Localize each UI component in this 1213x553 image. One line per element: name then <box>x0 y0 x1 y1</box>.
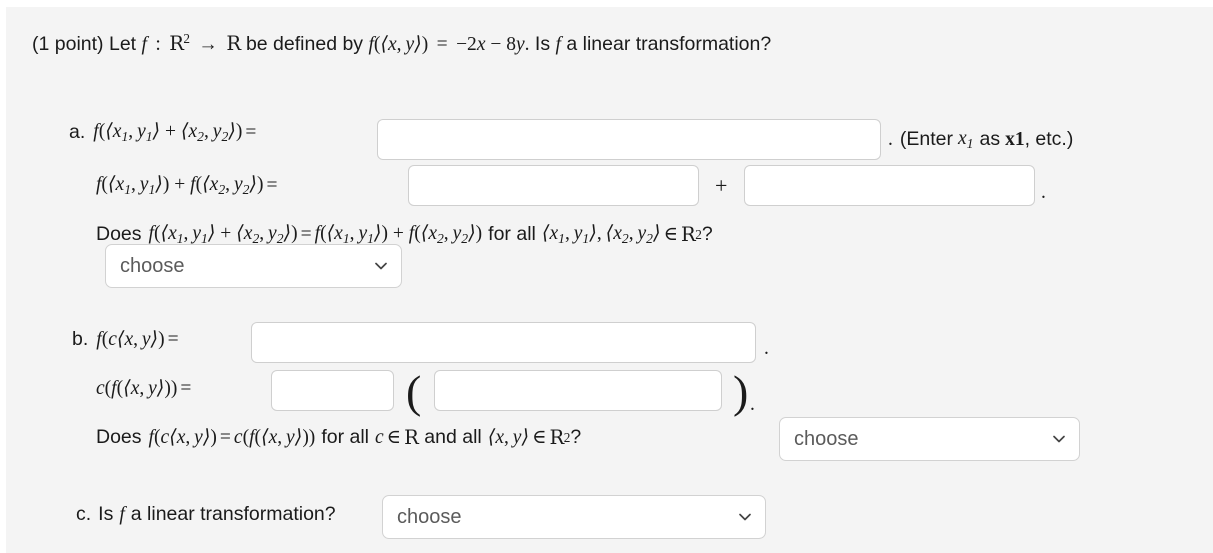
set-r-symbol-b2: R <box>549 426 565 449</box>
part-a-line2: f(⟨x1, y1⟩) + f(⟨x2, y2⟩) = <box>96 174 281 197</box>
part-b-period-2: . <box>750 394 755 415</box>
does-label-b: Does <box>96 426 142 448</box>
question-tail-label: a linear transformation? <box>566 32 772 55</box>
part-b-line3-question: Does f(c⟨x, y⟩) = c(f(⟨x, y⟩)) for all c… <box>96 426 582 449</box>
scalar-c-symbol: c <box>375 427 384 448</box>
part-b-choose-dropdown[interactable]: choose <box>779 417 1080 461</box>
part-a-answer-input-2b[interactable] <box>744 165 1035 206</box>
part-b-answer-input-1[interactable] <box>251 322 756 363</box>
part-a-dropdown-wrap[interactable]: choose <box>105 244 402 288</box>
element-of-symbol-a: ∈ <box>663 223 679 245</box>
f-of-xy-expr: f(⟨x, y⟩) <box>368 33 429 55</box>
part-c-marker: c. <box>76 503 92 525</box>
part-c-f-symbol: f <box>119 504 125 525</box>
part-b-equals-1: = <box>167 329 179 350</box>
hint-mid-label: as <box>979 127 1001 150</box>
part-b-answer-input-2b[interactable] <box>434 370 722 411</box>
part-b-marker: b. <box>72 328 89 350</box>
question-mark-a: ? <box>701 222 713 245</box>
part-b-period-1: . <box>764 338 769 359</box>
and-all-label-b: and all <box>424 426 482 448</box>
part-b-q-tuple: ⟨x, y⟩ <box>487 427 530 448</box>
set-exponent-a: 2 <box>695 227 702 243</box>
part-b-line2: c(f(⟨x, y⟩)) = <box>96 379 194 399</box>
codomain-set-symbol: R <box>226 31 241 55</box>
hint-literal-label: x1 <box>1005 128 1025 150</box>
part-a-equals-1: = <box>245 121 257 143</box>
element-of-symbol-b2: ∈ <box>532 427 547 448</box>
part-b-q-equals: = <box>219 427 231 448</box>
hint-close-label: , etc.) <box>1024 127 1074 150</box>
defined-by-label: be defined by <box>245 32 364 55</box>
question-lead-label: Is <box>534 32 551 55</box>
set-r-symbol-b1: R <box>404 426 419 449</box>
question-prompt: (1 point) Let f : R2 → R be defined by f… <box>32 31 771 56</box>
element-of-symbol-b1: ∈ <box>386 427 402 448</box>
set-r-symbol-a: R <box>681 222 696 246</box>
part-a-line1: a. f(⟨x1, y1⟩ + ⟨x2, y2⟩) = <box>69 120 259 144</box>
part-a-q-equals: = <box>300 223 312 245</box>
part-b-q-lhs: f(c⟨x, y⟩) <box>148 427 217 448</box>
part-a-q-tuples: ⟨x1, y1⟩, ⟨x2, y2⟩ <box>541 223 661 246</box>
points-label: (1 point) <box>32 32 104 55</box>
formula-expression: −2x − 8y. <box>456 33 530 55</box>
part-c-lead-label: Is <box>98 503 114 525</box>
set-exponent-b: 2 <box>563 430 571 446</box>
part-a-lhs-expression: f(⟨x1, y1⟩ + ⟨x2, y2⟩) <box>93 121 243 144</box>
prompt-lead: Let <box>108 32 137 55</box>
part-a-line3-question: Does f(⟨x1, y1⟩ + ⟨x2, y2⟩) = f(⟨x1, y1⟩… <box>96 222 713 246</box>
part-b-answer-input-2a[interactable] <box>271 370 394 411</box>
part-a-period-1: . <box>888 128 893 150</box>
part-a-answer-input-2a[interactable] <box>408 165 699 206</box>
domain-set-symbol: R <box>169 31 184 55</box>
part-b-lhs-expression: f(c⟨x, y⟩) <box>96 329 165 350</box>
part-a-choose-dropdown[interactable]: choose <box>105 244 402 288</box>
part-a-q-rhs: f(⟨x1, y1⟩) + f(⟨x2, y2⟩) <box>314 223 483 246</box>
part-c-tail-label: a linear transformation? <box>130 503 336 525</box>
part-b-q-rhs: c(f(⟨x, y⟩)) <box>233 427 316 448</box>
part-b-dropdown-wrap[interactable]: choose <box>779 417 1080 461</box>
part-b-rhs-expression: c(f(⟨x, y⟩)) <box>96 378 178 399</box>
part-a-equals-2: = <box>266 174 278 196</box>
question-panel: (1 point) Let f : R2 → R be defined by f… <box>6 7 1213 553</box>
part-a-rhs-expression: f(⟨x1, y1⟩) + f(⟨x2, y2⟩) <box>96 174 264 197</box>
for-all-label-a: for all <box>488 222 536 245</box>
domain-exponent: 2 <box>183 31 190 46</box>
part-b-line1: b. f(c⟨x, y⟩) = <box>72 328 182 350</box>
question-f-symbol: f <box>555 33 561 55</box>
part-a-marker: a. <box>69 120 86 143</box>
equals-symbol: = <box>436 33 448 55</box>
for-all-label-b: for all <box>321 426 369 448</box>
hint-open-label: (Enter <box>899 127 953 150</box>
hint-variable-symbol: x1 <box>957 128 974 151</box>
function-symbol-f: f <box>141 33 147 55</box>
part-c-choose-dropdown[interactable]: choose <box>382 495 766 539</box>
part-b-equals-2: = <box>180 378 192 399</box>
part-c-dropdown-wrap[interactable]: choose <box>382 495 766 539</box>
part-a-q-lhs: f(⟨x1, y1⟩ + ⟨x2, y2⟩) <box>148 223 298 246</box>
part-a-hint: . (Enter x1 as x1 , etc.) <box>888 129 1073 150</box>
does-label-a: Does <box>96 222 142 245</box>
part-a-answer-input-1[interactable] <box>377 119 881 160</box>
part-a-period-2: . <box>1041 182 1046 203</box>
colon-symbol: : <box>155 33 161 55</box>
arrow-icon: → <box>198 33 218 55</box>
part-a-plus-operator: + <box>715 173 728 198</box>
question-mark-b: ? <box>570 426 582 448</box>
part-c-line: c. Is f a linear transformation? <box>76 503 336 525</box>
